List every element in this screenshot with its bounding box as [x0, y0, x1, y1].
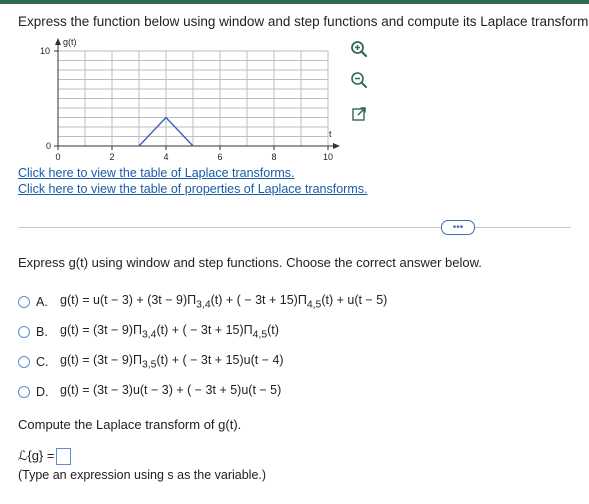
section-divider	[18, 227, 571, 228]
answer-input[interactable]	[56, 447, 72, 465]
y-tick-label: 10	[40, 46, 50, 56]
laplace-table-link[interactable]: Click here to view the table of Laplace …	[18, 166, 295, 180]
x-tick-label: 2	[109, 152, 114, 162]
choice-text: g(t) = (3t − 9)Π3,4(t) + ( − 3t + 15)Π4,…	[60, 323, 279, 341]
x-tick-label: 4	[163, 152, 168, 162]
zoom-in-button[interactable]	[348, 38, 370, 60]
more-button[interactable]: •••	[441, 220, 475, 235]
question-title: Express the function below using window …	[18, 14, 589, 29]
answer-label: ℒ{g} =	[18, 448, 55, 463]
popout-button[interactable]	[348, 103, 370, 125]
choice-letter: A.	[36, 295, 48, 309]
x-tick-labels: 0 2 4 6 8 10	[55, 146, 333, 162]
radio-button[interactable]	[18, 356, 30, 368]
y-axis-label: g(t)	[63, 37, 77, 47]
x-tick-label: 0	[55, 152, 60, 162]
choice-letter: C.	[36, 355, 49, 369]
popout-icon	[352, 107, 366, 121]
graph-grid	[58, 50, 329, 146]
choice-text: g(t) = (3t − 9)Π3,5(t) + ( − 3t + 15)u(t…	[60, 353, 284, 371]
zoom-out-button[interactable]	[348, 69, 370, 91]
choice-c[interactable]: C. g(t) = (3t − 9)Π3,5(t) + ( − 3t + 15)…	[18, 353, 284, 371]
zoom-in-icon	[351, 41, 368, 58]
choice-d[interactable]: D. g(t) = (3t − 3)u(t − 3) + ( − 3t + 5)…	[18, 383, 281, 401]
choice-letter: D.	[36, 385, 49, 399]
x-tick-label: 6	[217, 152, 222, 162]
choice-letter: B.	[36, 325, 48, 339]
choice-text: g(t) = u(t − 3) + (3t − 9)Π3,4(t) + ( − …	[60, 293, 388, 311]
top-accent-bar	[0, 0, 589, 4]
x-axis-label: t	[329, 129, 332, 139]
choice-a[interactable]: A. g(t) = u(t − 3) + (3t − 9)Π3,4(t) + (…	[18, 293, 387, 311]
radio-button[interactable]	[18, 296, 30, 308]
graph-axes	[54, 38, 340, 149]
x-tick-label: 8	[271, 152, 276, 162]
answer-hint: (Type an expression using s as the varia…	[18, 468, 267, 482]
compute-prompt: Compute the Laplace transform of g(t).	[18, 417, 242, 432]
choice-text: g(t) = (3t − 3)u(t − 3) + ( − 3t + 5)u(t…	[60, 383, 282, 398]
laplace-properties-link[interactable]: Click here to view the table of properti…	[18, 182, 367, 196]
answer-row: ℒ{g} =	[18, 446, 72, 466]
choice-prompt: Express g(t) using window and step funct…	[18, 255, 482, 270]
x-tick-label: 10	[323, 152, 333, 162]
function-graph: g(t) t 10 0 0 2 4 6 8 10	[40, 37, 340, 162]
y-tick-label: 0	[46, 141, 51, 151]
radio-button[interactable]	[18, 386, 30, 398]
choice-b[interactable]: B. g(t) = (3t − 9)Π3,4(t) + ( − 3t + 15)…	[18, 323, 279, 341]
radio-button[interactable]	[18, 326, 30, 338]
zoom-out-icon	[351, 72, 367, 88]
